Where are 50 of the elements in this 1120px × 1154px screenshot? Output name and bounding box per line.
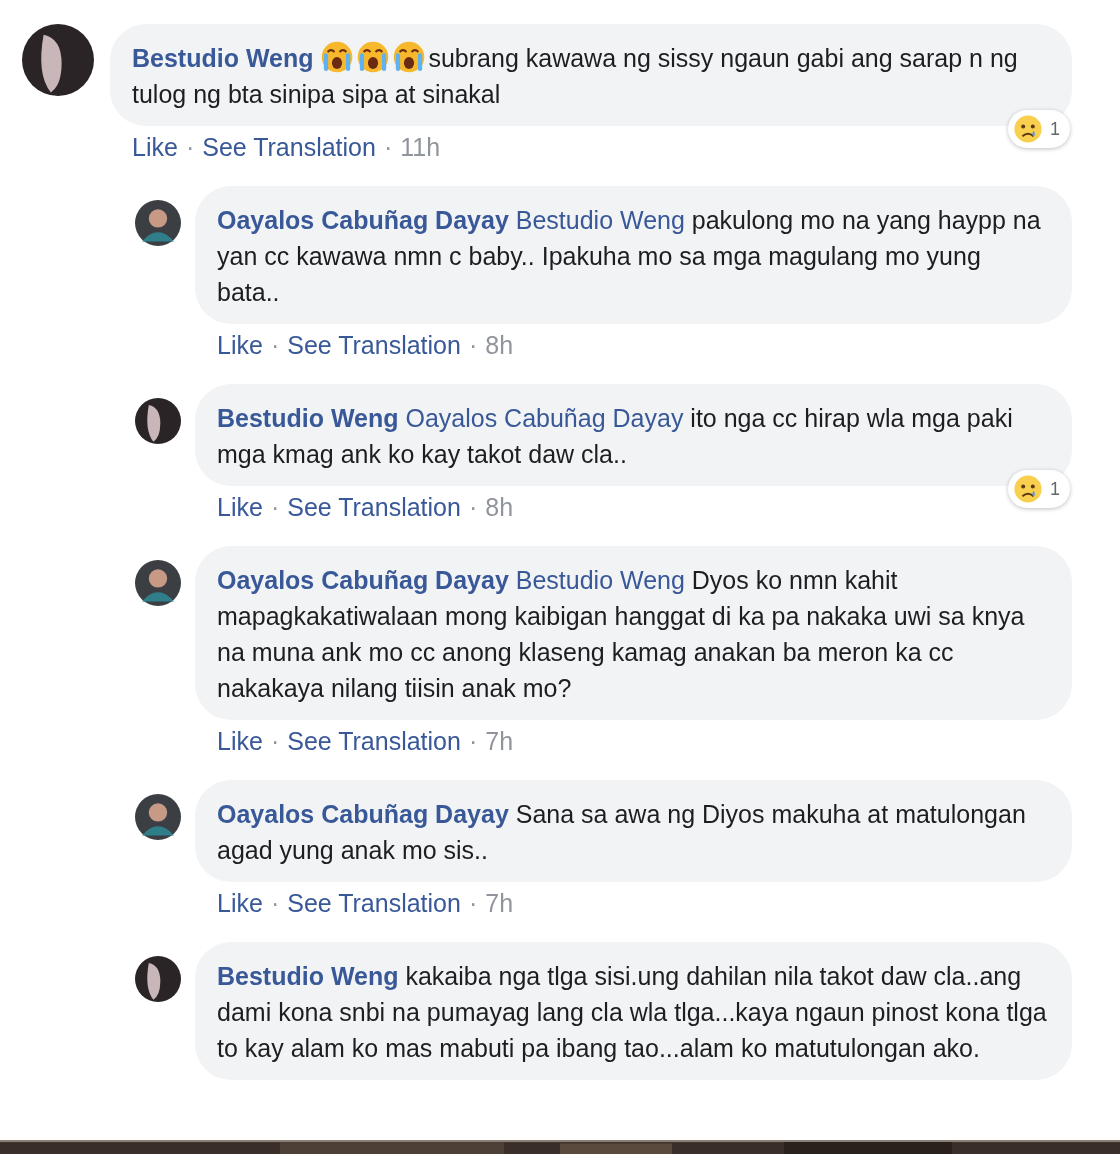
reaction-badge[interactable]: 1 — [1008, 470, 1070, 508]
action-link[interactable]: See Translation — [287, 726, 461, 756]
action-link[interactable]: Like — [217, 726, 263, 756]
action-link[interactable]: See Translation — [287, 330, 461, 360]
crying-emoji-icon — [320, 40, 355, 74]
author-name[interactable]: Oayalos Cabuñag Dayay — [217, 566, 509, 594]
avatar — [135, 794, 181, 840]
avatar — [22, 24, 94, 96]
separator-dot: · — [270, 726, 280, 756]
comment-text: Oayalos Cabuñag Dayay Bestudio Weng Dyos ko nmn kahit mapagkakatiwalaan mong kaibigan hanggat di ka pa nakaka uwi sa knya na muna ank mo cc anong klaseng kamag anakan ba meron ka cc nakakaya nilang tiisin anak mo? — [217, 565, 1026, 704]
author-name[interactable]: Bestudio Weng — [217, 962, 399, 990]
mention-link[interactable]: Oayalos Cabuñag Dayay — [405, 404, 684, 432]
separator-dot: · — [270, 330, 280, 360]
action-link[interactable]: See Translation — [287, 492, 461, 522]
mention-link[interactable]: Bestudio Weng — [515, 206, 685, 234]
action-link[interactable]: See Translation — [202, 132, 376, 162]
sad-emoji-icon — [1012, 113, 1044, 145]
avatar — [135, 398, 181, 444]
avatar — [135, 200, 181, 246]
separator-dot: · — [468, 726, 478, 756]
author-name[interactable]: Oayalos Cabuñag Dayay — [217, 206, 509, 234]
separator-dot: · — [185, 132, 195, 162]
mention-link[interactable]: Bestudio Weng — [515, 566, 685, 594]
comment-text: Oayalos Cabuñag Dayay Sana sa awa ng Diyos makuha at matulongan agad yung anak mo sis.. — [217, 799, 1027, 866]
action-link[interactable]: Like — [217, 330, 263, 360]
comment-text: Bestudio Weng kakaiba nga tlga sisi.ung dahilan nila takot daw cla..ang dami kona snbi na pumayag lang cla wla tlga...kaya ngaun pinost kona tlga to kay alam ko mas mabuti pa ibang tao...alam ko matutulongan ako. — [217, 961, 1048, 1064]
author-name[interactable]: Bestudio Weng — [217, 404, 399, 432]
comment-text: Bestudio Weng subrang kawawa ng sissy ngaun gabi ang sarap n ng tulog ng bta sinipa sipa at sinakal — [132, 40, 1050, 112]
reaction-count: 1 — [1050, 118, 1060, 141]
separator-dot: · — [468, 888, 478, 918]
separator-dot: · — [468, 330, 478, 360]
separator-dot: · — [270, 492, 280, 522]
action-link[interactable]: Like — [217, 888, 263, 918]
action-link[interactable]: Like — [132, 132, 178, 162]
crying-emoji-icon — [392, 40, 427, 74]
reaction-badge[interactable]: 1 — [1008, 110, 1070, 148]
separator-dot: · — [270, 888, 280, 918]
author-name[interactable]: Bestudio Weng — [132, 44, 314, 72]
author-name[interactable]: Oayalos Cabuñag Dayay — [217, 800, 509, 828]
action-link[interactable]: Like — [217, 492, 263, 522]
action-link[interactable]: See Translation — [287, 888, 461, 918]
comment-text: Bestudio Weng Oayalos Cabuñag Dayay ito nga cc hirap wla mga paki mga kmag ank ko kay takot daw cla.. — [217, 403, 1014, 470]
reaction-count: 1 — [1050, 478, 1060, 501]
separator-dot: · — [383, 132, 393, 162]
avatar — [135, 956, 181, 1002]
avatar — [135, 560, 181, 606]
separator-dot: · — [468, 492, 478, 522]
comment-text: Oayalos Cabuñag Dayay Bestudio Weng pakulong mo na yang haypp na yan cc kawawa nmn c baby.. Ipakuha mo sa mga magulang mo yung bata.. — [217, 205, 1042, 308]
crying-emoji-icon — [356, 40, 391, 74]
sad-emoji-icon — [1012, 473, 1044, 505]
